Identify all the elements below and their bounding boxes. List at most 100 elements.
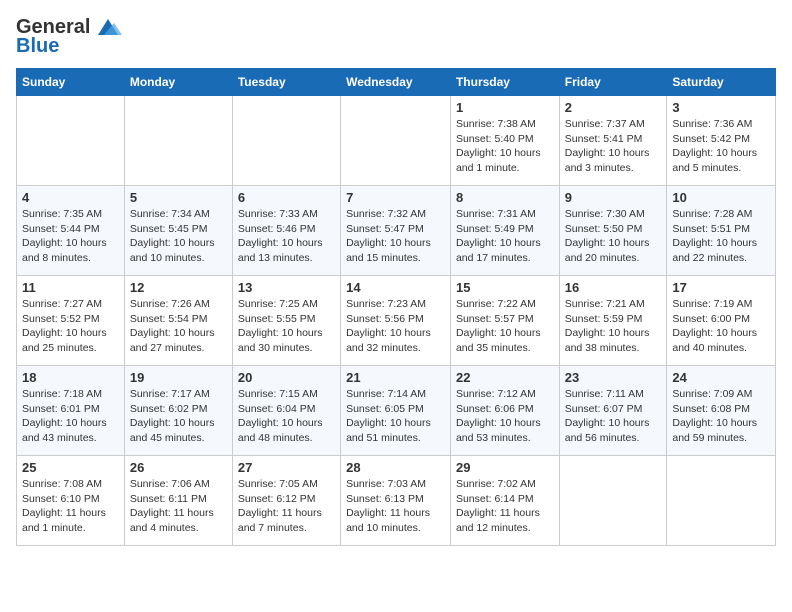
calendar-cell — [667, 456, 776, 546]
week-row-2: 11 Sunrise: 7:27 AM Sunset: 5:52 PM Dayli… — [17, 276, 776, 366]
calendar-cell: 27 Sunrise: 7:05 AM Sunset: 6:12 PM Dayli… — [232, 456, 340, 546]
header: General Blue — [16, 16, 776, 58]
day-header-monday: Monday — [124, 69, 232, 96]
day-number: 26 — [130, 460, 227, 475]
day-number: 28 — [346, 460, 445, 475]
day-info: Sunrise: 7:17 AM Sunset: 6:02 PM Dayligh… — [130, 387, 227, 446]
calendar-cell: 15 Sunrise: 7:22 AM Sunset: 5:57 PM Dayli… — [450, 276, 559, 366]
calendar-cell: 28 Sunrise: 7:03 AM Sunset: 6:13 PM Dayli… — [341, 456, 451, 546]
calendar-cell: 7 Sunrise: 7:32 AM Sunset: 5:47 PM Daylig… — [341, 186, 451, 276]
day-number: 18 — [22, 370, 119, 385]
day-info: Sunrise: 7:23 AM Sunset: 5:56 PM Dayligh… — [346, 297, 445, 356]
day-number: 2 — [565, 100, 662, 115]
day-number: 20 — [238, 370, 335, 385]
day-number: 23 — [565, 370, 662, 385]
day-number: 7 — [346, 190, 445, 205]
day-info: Sunrise: 7:15 AM Sunset: 6:04 PM Dayligh… — [238, 387, 335, 446]
calendar-cell: 8 Sunrise: 7:31 AM Sunset: 5:49 PM Daylig… — [450, 186, 559, 276]
calendar-cell — [559, 456, 667, 546]
calendar-cell: 5 Sunrise: 7:34 AM Sunset: 5:45 PM Daylig… — [124, 186, 232, 276]
calendar-header: SundayMondayTuesdayWednesdayThursdayFrid… — [17, 69, 776, 96]
day-info: Sunrise: 7:34 AM Sunset: 5:45 PM Dayligh… — [130, 207, 227, 266]
day-header-saturday: Saturday — [667, 69, 776, 96]
day-info: Sunrise: 7:25 AM Sunset: 5:55 PM Dayligh… — [238, 297, 335, 356]
calendar-cell: 16 Sunrise: 7:21 AM Sunset: 5:59 PM Dayli… — [559, 276, 667, 366]
calendar-cell: 6Sunrise: 7:33 AM Sunset: 5:46 PM Daylig… — [232, 186, 340, 276]
day-number: 11 — [22, 280, 119, 295]
logo: General Blue — [16, 16, 122, 58]
day-info: Sunrise: 7:05 AM Sunset: 6:12 PM Dayligh… — [238, 477, 335, 536]
day-info: Sunrise: 7:19 AM Sunset: 6:00 PM Dayligh… — [672, 297, 770, 356]
calendar-cell — [341, 96, 451, 186]
day-info: Sunrise: 7:32 AM Sunset: 5:47 PM Dayligh… — [346, 207, 445, 266]
day-number: 16 — [565, 280, 662, 295]
day-info: Sunrise: 7:37 AM Sunset: 5:41 PM Dayligh… — [565, 117, 662, 176]
day-number: 27 — [238, 460, 335, 475]
day-info: Sunrise: 7:22 AM Sunset: 5:57 PM Dayligh… — [456, 297, 554, 356]
header-row: SundayMondayTuesdayWednesdayThursdayFrid… — [17, 69, 776, 96]
calendar-cell: 24 Sunrise: 7:09 AM Sunset: 6:08 PM Dayli… — [667, 366, 776, 456]
calendar-cell: 9Sunrise: 7:30 AM Sunset: 5:50 PM Daylig… — [559, 186, 667, 276]
day-number: 24 — [672, 370, 770, 385]
day-number: 12 — [130, 280, 227, 295]
calendar-cell — [17, 96, 125, 186]
calendar-cell: 1Sunrise: 7:38 AM Sunset: 5:40 PM Daylig… — [450, 96, 559, 186]
calendar-cell: 19 Sunrise: 7:17 AM Sunset: 6:02 PM Dayli… — [124, 366, 232, 456]
calendar-cell: 23Sunrise: 7:11 AM Sunset: 6:07 PM Dayli… — [559, 366, 667, 456]
day-info: Sunrise: 7:08 AM Sunset: 6:10 PM Dayligh… — [22, 477, 119, 536]
day-number: 4 — [22, 190, 119, 205]
day-info: Sunrise: 7:36 AM Sunset: 5:42 PM Dayligh… — [672, 117, 770, 176]
day-info: Sunrise: 7:03 AM Sunset: 6:13 PM Dayligh… — [346, 477, 445, 536]
day-number: 3 — [672, 100, 770, 115]
day-info: Sunrise: 7:14 AM Sunset: 6:05 PM Dayligh… — [346, 387, 445, 446]
calendar-cell: 26 Sunrise: 7:06 AM Sunset: 6:11 PM Dayli… — [124, 456, 232, 546]
day-number: 10 — [672, 190, 770, 205]
calendar-cell: 3 Sunrise: 7:36 AM Sunset: 5:42 PM Daylig… — [667, 96, 776, 186]
week-row-3: 18 Sunrise: 7:18 AM Sunset: 6:01 PM Dayli… — [17, 366, 776, 456]
day-number: 8 — [456, 190, 554, 205]
calendar-cell: 10Sunrise: 7:28 AM Sunset: 5:51 PM Dayli… — [667, 186, 776, 276]
calendar-table: SundayMondayTuesdayWednesdayThursdayFrid… — [16, 68, 776, 546]
logo-icon — [94, 17, 122, 39]
week-row-1: 4 Sunrise: 7:35 AM Sunset: 5:44 PM Daylig… — [17, 186, 776, 276]
day-number: 21 — [346, 370, 445, 385]
calendar-cell — [124, 96, 232, 186]
day-number: 19 — [130, 370, 227, 385]
calendar-cell: 4 Sunrise: 7:35 AM Sunset: 5:44 PM Daylig… — [17, 186, 125, 276]
day-info: Sunrise: 7:21 AM Sunset: 5:59 PM Dayligh… — [565, 297, 662, 356]
calendar-cell: 13 Sunrise: 7:25 AM Sunset: 5:55 PM Dayli… — [232, 276, 340, 366]
day-header-tuesday: Tuesday — [232, 69, 340, 96]
day-info: Sunrise: 7:27 AM Sunset: 5:52 PM Dayligh… — [22, 297, 119, 356]
calendar-cell: 22Sunrise: 7:12 AM Sunset: 6:06 PM Dayli… — [450, 366, 559, 456]
calendar-cell: 25 Sunrise: 7:08 AM Sunset: 6:10 PM Dayli… — [17, 456, 125, 546]
day-info: Sunrise: 7:35 AM Sunset: 5:44 PM Dayligh… — [22, 207, 119, 266]
day-number: 6 — [238, 190, 335, 205]
day-number: 1 — [456, 100, 554, 115]
week-row-0: 1Sunrise: 7:38 AM Sunset: 5:40 PM Daylig… — [17, 96, 776, 186]
calendar-cell: 18 Sunrise: 7:18 AM Sunset: 6:01 PM Dayli… — [17, 366, 125, 456]
day-info: Sunrise: 7:18 AM Sunset: 6:01 PM Dayligh… — [22, 387, 119, 446]
day-number: 13 — [238, 280, 335, 295]
day-info: Sunrise: 7:31 AM Sunset: 5:49 PM Dayligh… — [456, 207, 554, 266]
calendar-cell: 29Sunrise: 7:02 AM Sunset: 6:14 PM Dayli… — [450, 456, 559, 546]
day-number: 5 — [130, 190, 227, 205]
day-info: Sunrise: 7:06 AM Sunset: 6:11 PM Dayligh… — [130, 477, 227, 536]
day-number: 15 — [456, 280, 554, 295]
logo-blue: Blue — [16, 35, 59, 58]
day-header-sunday: Sunday — [17, 69, 125, 96]
calendar-cell: 14Sunrise: 7:23 AM Sunset: 5:56 PM Dayli… — [341, 276, 451, 366]
day-number: 17 — [672, 280, 770, 295]
day-header-thursday: Thursday — [450, 69, 559, 96]
calendar-cell: 17 Sunrise: 7:19 AM Sunset: 6:00 PM Dayli… — [667, 276, 776, 366]
calendar-cell — [232, 96, 340, 186]
day-info: Sunrise: 7:02 AM Sunset: 6:14 PM Dayligh… — [456, 477, 554, 536]
day-info: Sunrise: 7:09 AM Sunset: 6:08 PM Dayligh… — [672, 387, 770, 446]
day-number: 22 — [456, 370, 554, 385]
calendar-body: 1Sunrise: 7:38 AM Sunset: 5:40 PM Daylig… — [17, 96, 776, 546]
day-header-wednesday: Wednesday — [341, 69, 451, 96]
day-number: 25 — [22, 460, 119, 475]
calendar-cell: 21 Sunrise: 7:14 AM Sunset: 6:05 PM Dayli… — [341, 366, 451, 456]
calendar-cell: 2 Sunrise: 7:37 AM Sunset: 5:41 PM Daylig… — [559, 96, 667, 186]
day-header-friday: Friday — [559, 69, 667, 96]
day-number: 9 — [565, 190, 662, 205]
